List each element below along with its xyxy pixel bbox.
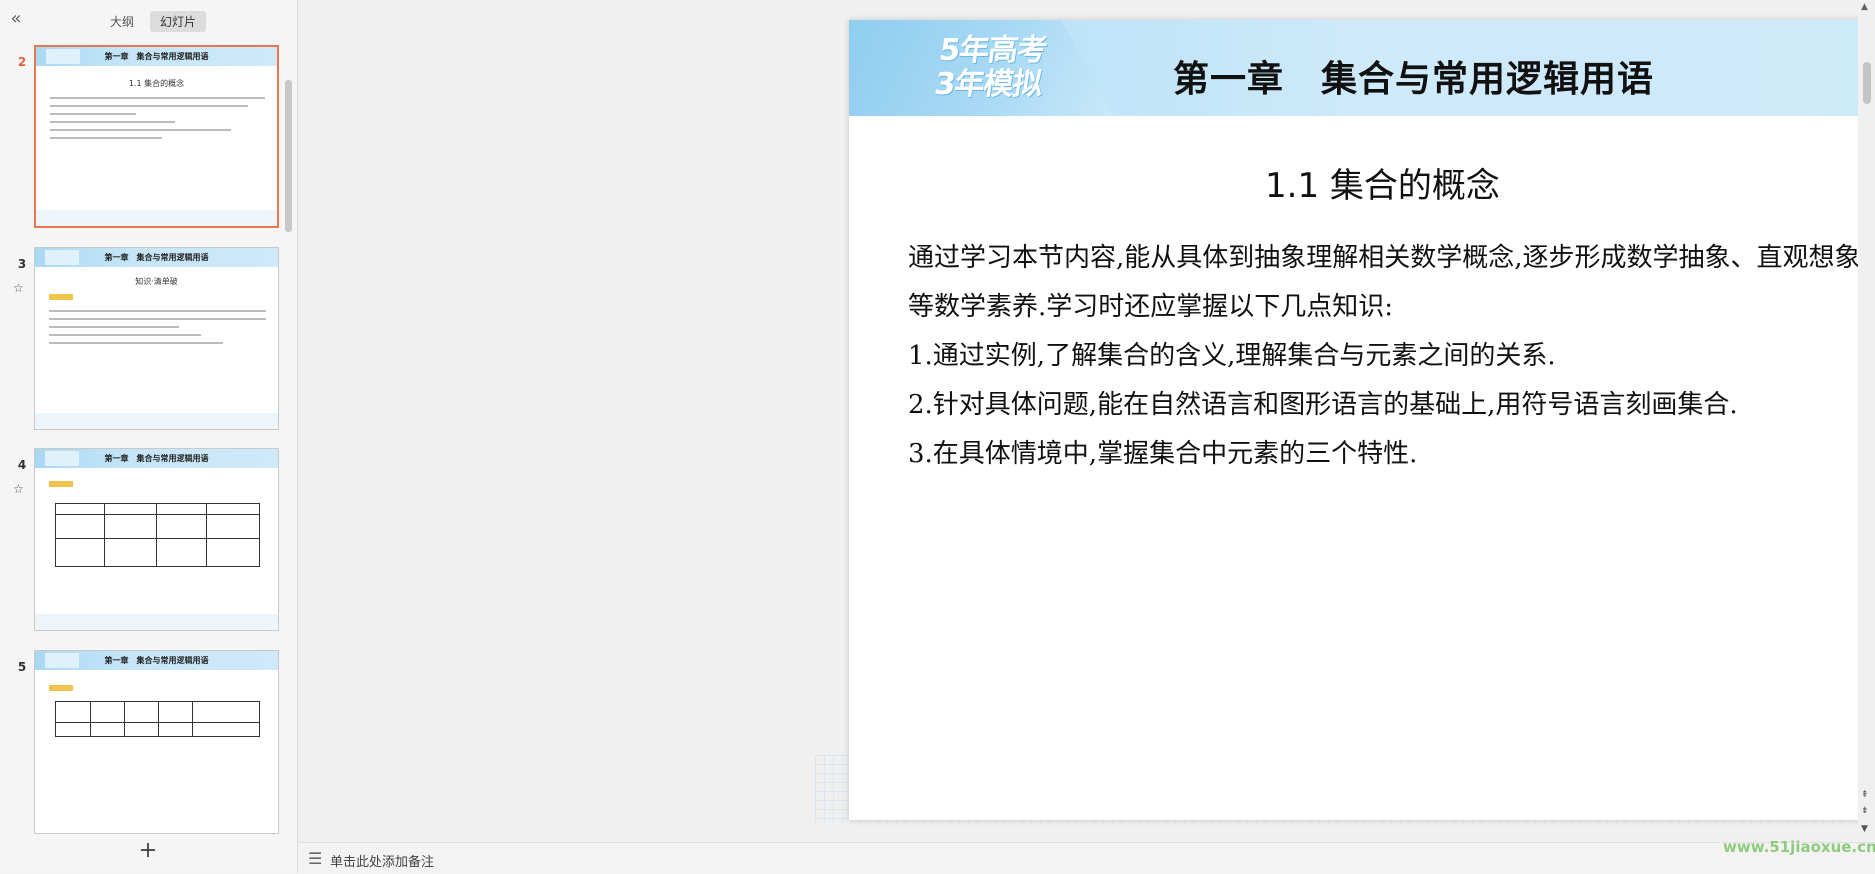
plus-icon: + bbox=[138, 838, 158, 863]
thumbnail-footer bbox=[36, 210, 277, 226]
scrollbar-thumb[interactable] bbox=[1863, 62, 1871, 104]
scroll-up-icon[interactable]: ▲ bbox=[1861, 2, 1868, 12]
add-slide-button[interactable]: + bbox=[136, 840, 160, 864]
double-chevron-left-icon: « bbox=[10, 8, 22, 29]
slide-number: 3 bbox=[17, 257, 27, 271]
thumbnail-header: 第一章 集合与常用逻辑用语 bbox=[35, 449, 278, 468]
view-tabs: 大纲 幻灯片 bbox=[100, 11, 207, 32]
panel-scrollbar[interactable] bbox=[285, 80, 292, 232]
slide-thumbnail[interactable]: 第一章 集合与常用逻辑用语 bbox=[34, 448, 279, 631]
slide-thumbnail[interactable]: 第一章 集合与常用逻辑用语 1.1 集合的概念 bbox=[34, 45, 279, 228]
slide-canvas: 5年高考 3年模拟 第一章 集合与常用逻辑用语 1.1 集合的概念 通过学习本节… bbox=[298, 0, 1875, 842]
thumbnail-tag bbox=[49, 481, 73, 487]
thumbnail-tag bbox=[49, 685, 73, 691]
thumbnail-title: 第一章 集合与常用逻辑用语 bbox=[104, 656, 209, 665]
thumbnail-text-lines bbox=[49, 310, 266, 350]
tab-slides[interactable]: 幻灯片 bbox=[150, 11, 207, 32]
logo: 5年高考 3年模拟 bbox=[932, 33, 1049, 102]
thumbnail-table bbox=[55, 701, 260, 737]
logo-line-2: 3年模拟 bbox=[932, 67, 1045, 102]
notes-placeholder[interactable]: 单击此处添加备注 bbox=[330, 851, 434, 870]
next-slide-icon[interactable]: ⇟ bbox=[1861, 806, 1869, 816]
section-title[interactable]: 1.1 集合的概念 bbox=[849, 158, 1875, 207]
slide-number: 4 bbox=[17, 458, 27, 472]
slide-panel: « 大纲 幻灯片 2 第一章 集合与常用逻辑用语 1.1 集合的概念 3 ☆ 第… bbox=[0, 0, 298, 873]
thumbnail-title: 第一章 集合与常用逻辑用语 bbox=[104, 454, 209, 463]
scroll-down-icon[interactable]: ▼ bbox=[1861, 824, 1868, 834]
thumbnail-footer bbox=[35, 413, 278, 429]
thumbnail-header: 第一章 集合与常用逻辑用语 bbox=[35, 248, 278, 267]
collapse-panel-button[interactable]: « bbox=[6, 10, 26, 30]
thumbnail-subtitle: 1.1 集合的概念 bbox=[128, 79, 185, 88]
notes-bar[interactable]: ☰ 单击此处添加备注 bbox=[298, 842, 1875, 874]
animation-star-icon: ☆ bbox=[13, 482, 24, 496]
previous-slide-icon[interactable]: ⇞ bbox=[1861, 790, 1869, 800]
objective-item: 1.通过实例,了解集合的含义,理解集合与元素之间的关系. bbox=[908, 341, 1556, 371]
thumbnail-header: 第一章 集合与常用逻辑用语 bbox=[36, 47, 277, 66]
objective-item: 2.针对具体问题,能在自然语言和图形语言的基础上,用符号语言刻画集合. bbox=[908, 390, 1738, 420]
thumbnail-text-lines bbox=[50, 97, 265, 145]
thumbnail-tag bbox=[49, 294, 73, 300]
slide-number: 5 bbox=[17, 660, 27, 674]
current-slide[interactable]: 5年高考 3年模拟 第一章 集合与常用逻辑用语 1.1 集合的概念 通过学习本节… bbox=[849, 20, 1875, 820]
thumbnail-title: 第一章 集合与常用逻辑用语 bbox=[104, 52, 209, 61]
slide-thumbnail[interactable]: 第一章 集合与常用逻辑用语 bbox=[34, 650, 279, 834]
slide-thumbnail[interactable]: 第一章 集合与常用逻辑用语 知识·清单破 bbox=[34, 247, 279, 430]
thumbnail-table bbox=[55, 503, 260, 567]
thumbnail-footer bbox=[35, 614, 278, 630]
thumbnail-subtitle: 知识·清单破 bbox=[135, 277, 178, 286]
logo-line-1: 5年高考 bbox=[937, 33, 1049, 68]
chapter-title[interactable]: 第一章 集合与常用逻辑用语 bbox=[1173, 50, 1654, 102]
thumbnail-title: 第一章 集合与常用逻辑用语 bbox=[104, 253, 209, 262]
intro-paragraph: 通过学习本节内容,能从具体到抽象理解相关数学概念,逐步形成数学抽象、直观想象等数… bbox=[908, 243, 1861, 322]
thumbnail-header: 第一章 集合与常用逻辑用语 bbox=[35, 651, 278, 670]
slide-number: 2 bbox=[17, 55, 27, 69]
animation-star-icon: ☆ bbox=[13, 281, 24, 295]
watermark: www.51jiaoxue.cn bbox=[1723, 838, 1875, 856]
objective-item: 3.在具体情境中,掌握集合中元素的三个特性. bbox=[908, 439, 1418, 469]
tab-outline[interactable]: 大纲 bbox=[100, 11, 144, 32]
vertical-scrollbar[interactable]: ▲ ⇞ ⇟ ▼ bbox=[1858, 0, 1875, 842]
intro-text-box[interactable]: 通过学习本节内容,能从具体到抽象理解相关数学概念,逐步形成数学抽象、直观想象等数… bbox=[908, 234, 1868, 479]
notes-lines-icon: ☰ bbox=[308, 849, 323, 868]
slide-header-banner: 5年高考 3年模拟 第一章 集合与常用逻辑用语 bbox=[849, 20, 1875, 116]
